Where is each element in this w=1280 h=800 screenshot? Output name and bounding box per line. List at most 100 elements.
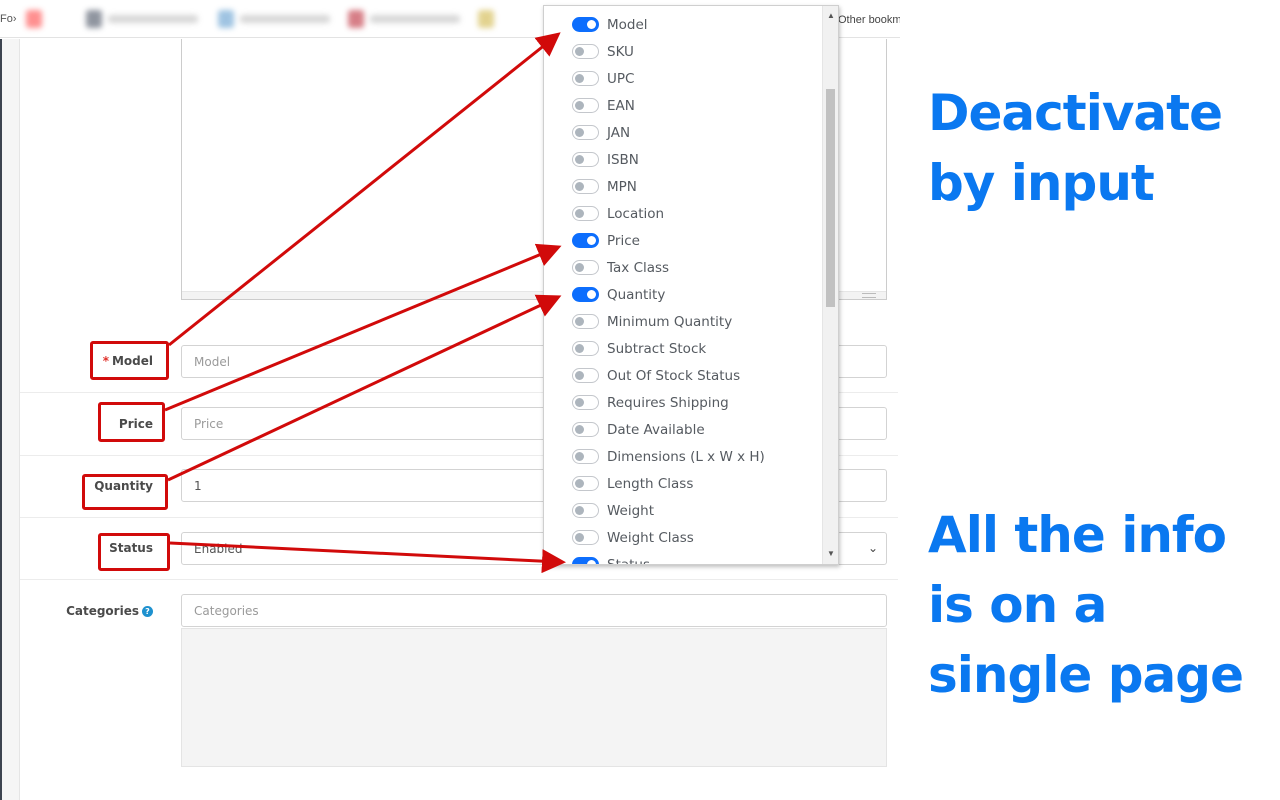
toggle-switch[interactable] bbox=[572, 476, 599, 491]
toggle-switch[interactable] bbox=[572, 368, 599, 383]
categories-label: Categories? bbox=[66, 604, 153, 618]
toggle-item[interactable]: ISBN bbox=[544, 146, 824, 173]
toggle-switch[interactable] bbox=[572, 71, 599, 86]
toggle-knob bbox=[587, 20, 596, 29]
toggle-switch[interactable] bbox=[572, 287, 599, 302]
toggle-switch[interactable] bbox=[572, 179, 599, 194]
categories-list-box bbox=[181, 628, 887, 767]
toggle-knob bbox=[575, 317, 584, 326]
panel-scrollbar[interactable]: ▲ ▼ bbox=[822, 6, 838, 564]
toggle-knob bbox=[575, 344, 584, 353]
toggle-item[interactable]: Minimum Quantity bbox=[544, 308, 824, 335]
scroll-up-arrow-icon[interactable]: ▲ bbox=[823, 8, 838, 24]
toggle-label: ISBN bbox=[607, 151, 639, 168]
toggle-item[interactable]: Quantity bbox=[544, 281, 824, 308]
caption-line: is on a bbox=[928, 576, 1107, 634]
bookmark-item[interactable] bbox=[26, 10, 46, 28]
toggle-item[interactable]: SKU bbox=[544, 38, 824, 65]
toggle-switch[interactable] bbox=[572, 557, 599, 564]
toggle-item[interactable]: MPN bbox=[544, 173, 824, 200]
scroll-down-arrow-icon[interactable]: ▼ bbox=[823, 546, 838, 562]
caption-deactivate: Deactivate by input bbox=[928, 78, 1223, 218]
toggle-knob bbox=[575, 209, 584, 218]
toggle-label: Requires Shipping bbox=[607, 394, 729, 411]
toggle-switch[interactable] bbox=[572, 395, 599, 410]
bookmark-item[interactable] bbox=[86, 10, 206, 28]
caption-line: single page bbox=[928, 646, 1244, 704]
column-toggle-panel[interactable]: Model SKU UPC EAN JAN ISBN MPN Location Price Tax… bbox=[543, 5, 839, 565]
toggle-knob bbox=[587, 290, 596, 299]
toggle-knob bbox=[575, 506, 584, 515]
toggle-item[interactable]: Dimensions (L x W x H) bbox=[544, 443, 824, 470]
other-bookmarks[interactable]: Other bookm bbox=[838, 14, 900, 26]
toggle-item[interactable]: Price bbox=[544, 227, 824, 254]
toggle-knob bbox=[575, 452, 584, 461]
toggle-switch[interactable] bbox=[572, 17, 599, 32]
toggle-switch[interactable] bbox=[572, 341, 599, 356]
toggle-knob bbox=[575, 533, 584, 542]
toggle-switch[interactable] bbox=[572, 449, 599, 464]
toggle-switch[interactable] bbox=[572, 152, 599, 167]
annotation-box-status bbox=[98, 533, 170, 571]
toggle-label: Subtract Stock bbox=[607, 340, 707, 357]
toggle-knob bbox=[587, 236, 596, 245]
bookmark-edge-text: Fo› bbox=[0, 13, 17, 25]
toggle-item[interactable]: Weight bbox=[544, 497, 824, 524]
toggle-label: Date Available bbox=[607, 421, 705, 438]
bookmark-item[interactable] bbox=[478, 10, 508, 28]
toggle-item[interactable]: Length Class bbox=[544, 470, 824, 497]
toggle-item[interactable]: EAN bbox=[544, 92, 824, 119]
toggle-switch[interactable] bbox=[572, 44, 599, 59]
toggle-switch[interactable] bbox=[572, 422, 599, 437]
arrow-quantity bbox=[167, 294, 562, 482]
toggle-switch[interactable] bbox=[572, 98, 599, 113]
chevron-down-icon: ⌄ bbox=[867, 541, 878, 555]
toggle-knob bbox=[575, 182, 584, 191]
toggle-label: JAN bbox=[607, 124, 631, 141]
toggle-switch[interactable] bbox=[572, 503, 599, 518]
toggle-switch[interactable] bbox=[572, 260, 599, 275]
toggle-knob bbox=[575, 263, 584, 272]
bookmark-item[interactable] bbox=[348, 10, 468, 28]
toggle-label: Status bbox=[607, 556, 651, 565]
toggle-item[interactable]: Date Available bbox=[544, 416, 824, 443]
categories-input[interactable]: Categories bbox=[181, 594, 887, 627]
toggle-item[interactable]: Model bbox=[544, 11, 824, 38]
bookmark-item[interactable] bbox=[218, 10, 338, 28]
model-placeholder: Model bbox=[194, 354, 231, 369]
categories-placeholder: Categories bbox=[194, 603, 259, 618]
admin-gutter bbox=[2, 39, 20, 800]
caption-line: Deactivate bbox=[928, 84, 1223, 142]
toggle-item[interactable]: Requires Shipping bbox=[544, 389, 824, 416]
quantity-value: 1 bbox=[194, 478, 202, 493]
toggle-item[interactable]: Location bbox=[544, 200, 824, 227]
toggle-item[interactable]: Subtract Stock bbox=[544, 335, 824, 362]
toggle-label: EAN bbox=[607, 97, 635, 114]
toggle-label: Quantity bbox=[607, 286, 666, 303]
toggle-switch[interactable] bbox=[572, 233, 599, 248]
toggle-switch[interactable] bbox=[572, 530, 599, 545]
toggle-knob bbox=[587, 560, 596, 564]
question-circle-icon[interactable]: ? bbox=[142, 606, 153, 617]
toggle-label: Out Of Stock Status bbox=[607, 367, 741, 384]
toggle-label: Length Class bbox=[607, 475, 694, 492]
scrollbar-thumb[interactable] bbox=[826, 89, 835, 307]
toggle-switch[interactable] bbox=[572, 125, 599, 140]
toggle-item[interactable]: Tax Class bbox=[544, 254, 824, 281]
toggle-label: Model bbox=[607, 16, 648, 33]
toggle-knob bbox=[575, 155, 584, 164]
toggle-item[interactable]: UPC bbox=[544, 65, 824, 92]
toggle-switch[interactable] bbox=[572, 206, 599, 221]
resize-grip-icon[interactable] bbox=[862, 293, 876, 298]
toggle-label: MPN bbox=[607, 178, 637, 195]
toggle-switch[interactable] bbox=[572, 314, 599, 329]
toggle-item[interactable]: Status bbox=[544, 551, 824, 565]
annotation-box-model bbox=[90, 341, 169, 380]
caption-line: by input bbox=[928, 154, 1155, 212]
toggle-item[interactable]: Weight Class bbox=[544, 524, 824, 551]
toggle-item[interactable]: Out Of Stock Status bbox=[544, 362, 824, 389]
toggle-list: Model SKU UPC EAN JAN ISBN MPN Location Price Tax… bbox=[544, 11, 824, 565]
toggle-knob bbox=[575, 101, 584, 110]
toggle-knob bbox=[575, 47, 584, 56]
toggle-item[interactable]: JAN bbox=[544, 119, 824, 146]
